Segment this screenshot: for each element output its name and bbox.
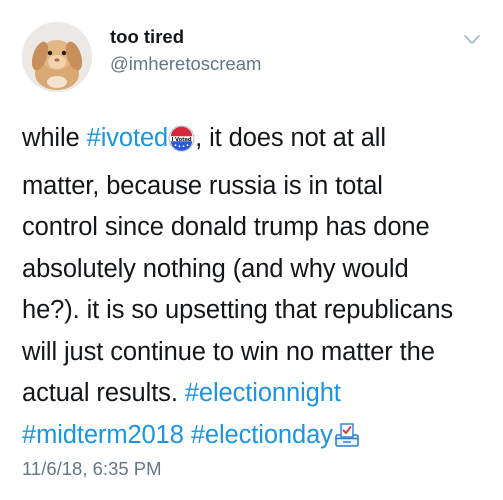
tweet-line: actual results. #electionnight: [22, 373, 492, 415]
ballot-box-icon: [333, 421, 361, 463]
tweet-line: while #ivoted I Voted , it does not at a…: [22, 118, 492, 166]
user-handle[interactable]: @imheretoscream: [110, 53, 261, 75]
hashtag-electionday[interactable]: #electionday: [191, 421, 333, 449]
hashtag-midterm2018[interactable]: #midterm2018: [22, 421, 184, 449]
tweet-text: while #ivoted I Voted , it does not at a…: [22, 118, 492, 462]
tweet-line: control since donald trump has done: [22, 213, 430, 241]
avatar[interactable]: [22, 22, 92, 92]
tweet-header: too tired @imheretoscream: [0, 0, 503, 105]
tweet-line: absolutely nothing (and why would: [22, 254, 409, 283]
hashtag-ivoted[interactable]: #ivoted: [87, 124, 169, 152]
tweet-line: he?). it is so upsetting that republican…: [22, 296, 454, 324]
tweet-text-segment: , it does not at all: [195, 124, 386, 152]
chevron-down-icon[interactable]: [462, 33, 482, 47]
tweet-text-segment: while: [22, 124, 87, 152]
tweet-line: matter, because russia is in total: [22, 171, 383, 200]
tweet-timestamp[interactable]: 11/6/18, 6:35 PM: [22, 458, 162, 480]
tweet-text-segment: [184, 421, 191, 449]
tweet-text-segment: actual results.: [22, 379, 185, 407]
hashtag-electionnight[interactable]: #electionnight: [185, 379, 341, 407]
tweet-line: #midterm2018 #electionday: [22, 415, 492, 463]
tweet-line: will just continue to win no matter the: [22, 337, 435, 366]
bunny-avatar-image: [22, 22, 92, 92]
sticker-label: I Voted: [172, 137, 192, 143]
i-voted-sticker-icon: I Voted: [168, 124, 195, 166]
display-name[interactable]: too tired: [110, 26, 184, 48]
